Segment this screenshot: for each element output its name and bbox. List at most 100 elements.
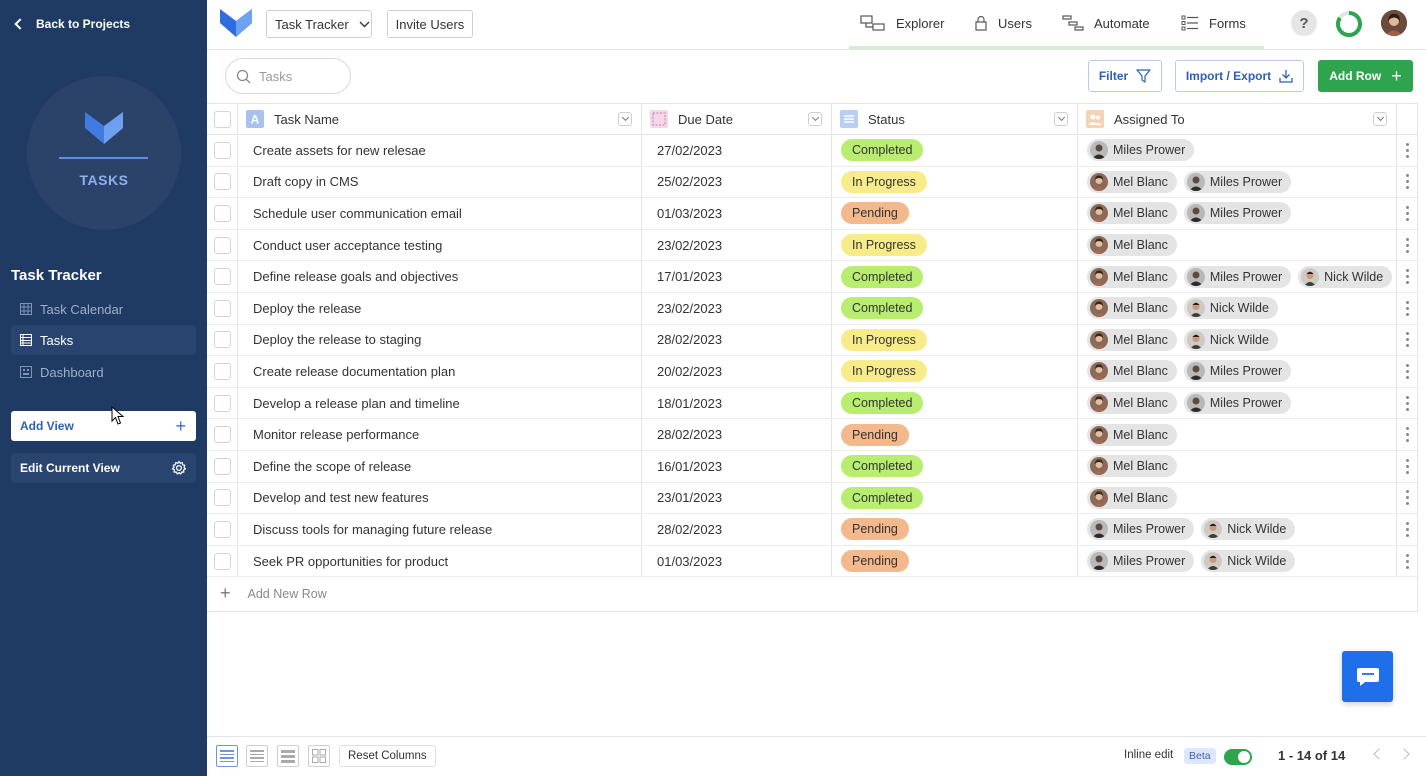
density-standard-button[interactable]: [246, 745, 268, 767]
sidebar-item-dashboard[interactable]: Dashboard: [11, 357, 196, 387]
due-date-cell[interactable]: 28/02/2023: [642, 419, 832, 450]
more-options-icon[interactable]: [1406, 237, 1409, 253]
assignee-chip-miles-prower[interactable]: Miles Prower: [1183, 392, 1292, 415]
edit-current-view-button[interactable]: Edit Current View: [11, 453, 196, 483]
add-new-row-button[interactable]: + Add New Row: [207, 576, 1418, 612]
tab-forms[interactable]: Forms: [1181, 0, 1246, 46]
assignee-chip-mel-blanc[interactable]: Mel Blanc: [1087, 265, 1177, 288]
row-checkbox[interactable]: [213, 394, 231, 412]
row-checkbox[interactable]: [213, 141, 231, 159]
assigned-to-cell[interactable]: Mel Blanc Miles Prower: [1078, 356, 1397, 387]
tab-automate[interactable]: Automate: [1062, 0, 1150, 46]
status-cell[interactable]: Completed: [832, 450, 1078, 482]
status-cell[interactable]: Completed: [832, 482, 1078, 514]
progress-ring-icon[interactable]: [1335, 10, 1363, 38]
due-date-cell[interactable]: 23/02/2023: [642, 292, 832, 324]
due-date-cell[interactable]: 01/03/2023: [642, 198, 832, 229]
user-avatar[interactable]: [1381, 10, 1407, 36]
assigned-to-cell[interactable]: Miles Prower: [1078, 135, 1397, 166]
assignee-chip-nick-wilde[interactable]: Nick Wilde: [1298, 265, 1393, 288]
prev-page-icon[interactable]: [1373, 748, 1385, 760]
column-header-status[interactable]: Status: [832, 104, 1078, 134]
table-row[interactable]: Define release goals and objectives 17/01…: [207, 261, 1418, 293]
status-cell[interactable]: In Progress: [832, 229, 1078, 261]
select-all-checkbox[interactable]: [213, 110, 231, 128]
assigned-to-cell[interactable]: Mel Blanc: [1078, 482, 1397, 514]
assignee-chip-mel-blanc[interactable]: Mel Blanc: [1087, 392, 1177, 415]
due-date-cell[interactable]: 20/02/2023: [642, 356, 832, 387]
due-date-cell[interactable]: 25/02/2023: [642, 166, 832, 198]
more-options-icon[interactable]: [1406, 142, 1409, 158]
column-menu-button[interactable]: [1054, 112, 1068, 126]
more-options-icon[interactable]: [1406, 553, 1409, 569]
assignee-chip-nick-wilde[interactable]: Nick Wilde: [1201, 550, 1296, 573]
assigned-to-cell[interactable]: Miles Prower Nick Wilde: [1078, 514, 1397, 545]
table-row[interactable]: Seek PR opportunities for product 01/03/2…: [207, 545, 1418, 578]
row-checkbox[interactable]: [213, 362, 231, 380]
assignee-chip-miles-prower[interactable]: Miles Prower: [1087, 518, 1195, 541]
table-row[interactable]: Deploy the release 23/02/2023 Completed Mel…: [207, 292, 1418, 325]
search-input[interactable]: [259, 68, 339, 84]
assignee-chip-nick-wilde[interactable]: Nick Wilde: [1183, 297, 1278, 320]
assignee-chip-miles-prower[interactable]: Miles Prower: [1183, 360, 1292, 383]
assignee-chip-mel-blanc[interactable]: Mel Blanc: [1087, 328, 1177, 351]
column-header-due-date[interactable]: Due Date: [642, 104, 832, 134]
task-name-cell[interactable]: Create assets for new relesae: [238, 135, 642, 166]
status-cell[interactable]: Pending: [832, 545, 1078, 577]
assigned-to-cell[interactable]: Mel Blanc Nick Wilde: [1078, 292, 1397, 324]
assigned-to-cell[interactable]: Mel Blanc Miles Prower: [1078, 387, 1397, 419]
row-checkbox[interactable]: [213, 299, 231, 317]
assignee-chip-mel-blanc[interactable]: Mel Blanc: [1087, 360, 1177, 383]
table-row[interactable]: Deploy the release to staging 28/02/2023 I…: [207, 324, 1418, 357]
table-row[interactable]: Draft copy in CMS 25/02/2023 In Progress Me…: [207, 166, 1418, 199]
add-view-button[interactable]: Add View +: [11, 411, 196, 441]
task-name-cell[interactable]: Monitor release performance: [238, 419, 642, 450]
assignee-chip-mel-blanc[interactable]: Mel Blanc: [1087, 486, 1177, 509]
row-checkbox[interactable]: [213, 457, 231, 475]
sidebar-item-task-calendar[interactable]: Task Calendar: [11, 294, 196, 324]
row-checkbox[interactable]: [213, 331, 231, 349]
status-cell[interactable]: In Progress: [832, 356, 1078, 387]
due-date-cell[interactable]: 01/03/2023: [642, 545, 832, 577]
help-button[interactable]: ?: [1291, 10, 1317, 36]
more-options-icon[interactable]: [1406, 363, 1409, 379]
table-row[interactable]: Schedule user communication email 01/03/2…: [207, 198, 1418, 230]
more-options-icon[interactable]: [1406, 458, 1409, 474]
status-cell[interactable]: In Progress: [832, 324, 1078, 356]
table-row[interactable]: Create assets for new relesae 27/02/2023 C…: [207, 135, 1418, 167]
back-to-projects-link[interactable]: Back to Projects: [12, 14, 130, 34]
column-menu-button[interactable]: [1373, 112, 1387, 126]
column-header-task-name[interactable]: A Task Name: [238, 104, 642, 134]
task-name-cell[interactable]: Develop a release plan and timeline: [238, 387, 642, 419]
tab-explorer[interactable]: Explorer: [860, 0, 944, 46]
assigned-to-cell[interactable]: Miles Prower Nick Wilde: [1078, 545, 1397, 577]
more-options-icon[interactable]: [1406, 205, 1409, 221]
table-row[interactable]: Conduct user acceptance testing 23/02/202…: [207, 229, 1418, 262]
task-name-cell[interactable]: Deploy the release: [238, 292, 642, 324]
column-menu-button[interactable]: [618, 112, 632, 126]
due-date-cell[interactable]: 17/01/2023: [642, 261, 832, 292]
table-row[interactable]: Define the scope of release 16/01/2023 Com…: [207, 450, 1418, 483]
more-options-icon[interactable]: [1406, 427, 1409, 443]
status-cell[interactable]: Completed: [832, 261, 1078, 292]
status-cell[interactable]: Completed: [832, 387, 1078, 419]
project-select[interactable]: Task Tracker: [266, 10, 372, 38]
row-checkbox[interactable]: [213, 426, 231, 444]
task-name-cell[interactable]: Deploy the release to staging: [238, 324, 642, 356]
status-cell[interactable]: Pending: [832, 514, 1078, 545]
table-row[interactable]: Monitor release performance 28/02/2023 Pen…: [207, 419, 1418, 451]
more-options-icon[interactable]: [1406, 521, 1409, 537]
task-name-cell[interactable]: Seek PR opportunities for product: [238, 545, 642, 577]
due-date-cell[interactable]: 23/01/2023: [642, 482, 832, 514]
status-cell[interactable]: Pending: [832, 198, 1078, 229]
due-date-cell[interactable]: 28/02/2023: [642, 514, 832, 545]
assigned-to-cell[interactable]: Mel Blanc Miles Prower Nick Wilde: [1078, 261, 1397, 292]
assignee-chip-miles-prower[interactable]: Miles Prower: [1183, 265, 1292, 288]
tab-users[interactable]: Users: [974, 0, 1032, 46]
chat-button[interactable]: [1342, 651, 1393, 702]
column-menu-button[interactable]: [808, 112, 822, 126]
sidebar-item-tasks[interactable]: Tasks: [11, 325, 196, 355]
due-date-cell[interactable]: 18/01/2023: [642, 387, 832, 419]
density-grid-button[interactable]: [308, 745, 330, 767]
density-compact-button[interactable]: [277, 745, 299, 767]
